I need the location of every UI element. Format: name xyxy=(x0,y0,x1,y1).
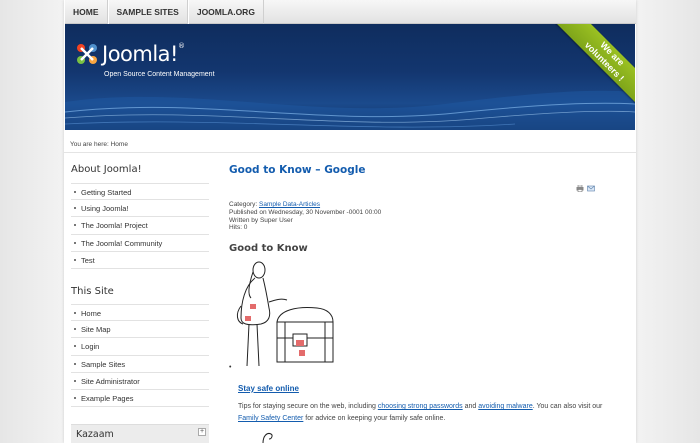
safety-illustration: • xyxy=(229,261,334,371)
about-joomla-title: About Joomla! xyxy=(71,164,142,175)
para-text-2: and xyxy=(462,403,479,410)
breadcrumb-divider xyxy=(64,152,636,153)
menu-item-label: Home xyxy=(81,309,102,318)
kazaam-title: Kazaam xyxy=(76,429,114,440)
nav-home[interactable]: HOME xyxy=(64,0,108,24)
article-category: Category: Sample Data-Articles xyxy=(229,201,381,209)
menu-item-using-joomla[interactable]: Using Joomla! xyxy=(71,200,209,218)
list-bullet: • xyxy=(229,364,232,371)
menu-item-label: Site Administrator xyxy=(81,376,140,386)
article-actions xyxy=(576,185,595,192)
category-link[interactable]: Sample Data-Articles xyxy=(259,201,320,208)
avoiding-malware-link[interactable]: avoiding malware xyxy=(478,403,532,410)
top-navigation: HOME SAMPLE SITES JOOMLA.ORG xyxy=(64,0,636,24)
menu-item-label: Using Joomla! xyxy=(81,204,129,214)
para-text-3: . You can also visit our xyxy=(532,403,603,410)
menu-item-label: Test xyxy=(81,255,95,265)
menu-item-joomla-community[interactable]: The Joomla! Community xyxy=(71,235,209,252)
menu-item-test[interactable]: Test xyxy=(71,252,209,269)
family-safety-center-link[interactable]: Family Safety Center xyxy=(238,415,303,422)
article-published: Published on Wednesday, 30 November -000… xyxy=(229,208,382,216)
breadcrumb: You are here: Home xyxy=(70,141,128,148)
site-header: Joomla!® Open Source Content Management … xyxy=(65,24,635,130)
menu-item-label: The Joomla! Community xyxy=(81,238,163,248)
article-meta: Category: Sample Data-Articles Published… xyxy=(229,201,381,232)
category-label: Category: xyxy=(229,201,259,208)
menu-item-home[interactable]: Home xyxy=(71,304,209,322)
this-site-title: This Site xyxy=(71,286,114,297)
article-paragraph: Tips for staying secure on the web, incl… xyxy=(238,401,608,425)
menu-item-label: Site Map xyxy=(81,325,111,335)
menu-item-label: The Joomla! Project xyxy=(81,221,148,231)
article-subheading: Good to Know xyxy=(229,243,308,254)
menu-item-example-pages[interactable]: Example Pages xyxy=(71,390,209,408)
nav-joomla-org[interactable]: JOOMLA.ORG xyxy=(187,0,264,24)
menu-item-sample-sites[interactable]: Sample Sites xyxy=(71,356,209,373)
article-title[interactable]: Good to Know – Google xyxy=(229,164,365,176)
menu-item-joomla-project[interactable]: The Joomla! Project xyxy=(71,217,209,235)
article-author: Written by Super User xyxy=(229,216,293,224)
menu-item-site-administrator[interactable]: Site Administrator xyxy=(71,373,209,390)
print-icon[interactable] xyxy=(576,185,584,192)
joomla-logo-icon xyxy=(77,44,97,64)
menu-item-label: Sample Sites xyxy=(81,359,126,369)
header-tagline: Open Source Content Management xyxy=(104,71,215,78)
para-text-1: Tips for staying secure on the web, incl… xyxy=(238,403,378,410)
logo-wordmark: Joomla!® xyxy=(102,42,185,66)
article-hits: Hits: 0 xyxy=(229,224,248,232)
para-text-4: for advice on keeping your family safe o… xyxy=(303,415,446,422)
menu-item-getting-started[interactable]: Getting Started xyxy=(71,183,209,201)
menu-item-login[interactable]: Login xyxy=(71,338,209,356)
nav-sample-sites[interactable]: SAMPLE SITES xyxy=(107,0,188,24)
volunteers-ribbon[interactable]: We are volunteers ! xyxy=(555,24,635,104)
menu-item-label: Getting Started xyxy=(81,188,132,197)
kazaam-module: Kazaam + xyxy=(71,424,209,443)
stay-safe-link[interactable]: Stay safe online xyxy=(238,384,299,393)
menu-item-label: Login xyxy=(81,342,100,352)
this-site-menu: Home Site Map Login Sample Sites Site Ad… xyxy=(71,304,209,408)
about-joomla-menu: Getting Started Using Joomla! The Joomla… xyxy=(71,183,209,269)
menu-item-label: Example Pages xyxy=(81,393,134,403)
joomla-logo[interactable]: Joomla!® xyxy=(75,42,185,66)
email-icon[interactable] xyxy=(587,185,595,192)
menu-item-site-map[interactable]: Site Map xyxy=(71,321,209,339)
strong-passwords-link[interactable]: choosing strong passwords xyxy=(378,403,463,410)
expand-toggle-icon[interactable]: + xyxy=(198,428,206,436)
page-wrapper: HOME SAMPLE SITES JOOMLA.ORG Joomla!® Op… xyxy=(64,0,636,443)
second-illustration-partial xyxy=(262,433,273,443)
